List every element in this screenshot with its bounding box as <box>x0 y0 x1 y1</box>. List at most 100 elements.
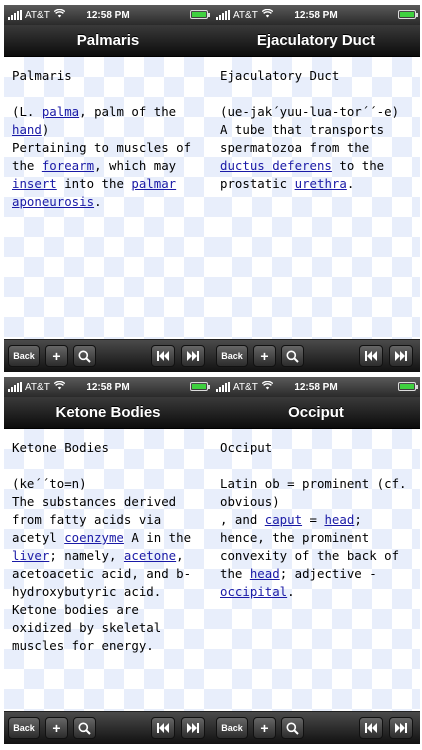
bottom-toolbar: Back + <box>212 711 420 744</box>
search-button[interactable] <box>281 345 304 367</box>
clock: 12:58 PM <box>294 9 338 21</box>
term-link[interactable]: ductus deferens <box>220 158 332 173</box>
add-button[interactable]: + <box>253 717 276 739</box>
search-icon <box>78 722 91 735</box>
search-button[interactable] <box>281 717 304 739</box>
term-link[interactable]: caput <box>265 512 302 527</box>
skip-back-icon <box>157 351 169 361</box>
definition-fragment: , acetoacetic acid, and b-hydroxybutyric… <box>12 548 192 653</box>
search-button[interactable] <box>73 717 96 739</box>
status-bar: AT&T 12:58 PM <box>212 5 420 25</box>
nav-title: Occiput <box>212 397 420 429</box>
previous-button[interactable] <box>151 717 175 739</box>
status-bar: AT&T 12:58 PM <box>4 5 212 25</box>
bottom-toolbar: Back + <box>4 711 212 744</box>
definition-fragment: = <box>302 512 325 527</box>
next-button[interactable] <box>181 345 205 367</box>
clock: 12:58 PM <box>86 381 130 393</box>
nav-title: Ketone Bodies <box>4 397 212 429</box>
term-heading: Occiput <box>220 440 273 455</box>
definition-fragment: A tube that transports spermatozoa from … <box>220 122 385 155</box>
skip-back-icon <box>157 723 169 733</box>
definition-fragment: (ue-jak´yuu-lua-tor´´-e) <box>220 104 400 119</box>
definition-fragment: A in the <box>123 530 192 545</box>
definition-fragment: ) <box>41 122 50 137</box>
clock: 12:58 PM <box>294 381 338 393</box>
definition-content: Ketone Bodies (ke´´to=n) The substances d… <box>4 429 212 711</box>
phone-screen-occiput: AT&T 12:58 PM Occiput Occiput Latin ob =… <box>212 377 420 744</box>
nav-title: Ejaculatory Duct <box>212 25 420 57</box>
term-link[interactable]: liver <box>12 548 49 563</box>
term-link[interactable]: hand <box>12 122 42 137</box>
nav-title: Palmaris <box>4 25 212 57</box>
add-button[interactable]: + <box>45 717 68 739</box>
definition-fragment: Latin ob = prominent (cf. obvious) <box>220 476 407 509</box>
definition-text: (L. palma, palm of the hand) Pertaining t… <box>12 103 204 211</box>
bottom-toolbar: Back + <box>212 339 420 372</box>
definition-fragment: . <box>94 194 102 209</box>
definition-fragment: (ke´´to=n) <box>12 476 87 491</box>
term-heading: Ejaculatory Duct <box>220 68 340 83</box>
back-button[interactable]: Back <box>216 345 248 367</box>
term-link[interactable]: occipital <box>220 584 287 599</box>
definition-content: Palmaris (L. palma, palm of the hand) Per… <box>4 57 212 339</box>
battery-icon <box>190 10 210 19</box>
battery-icon <box>190 382 210 391</box>
battery-icon <box>398 382 418 391</box>
definition-fragment: ; adjective - <box>279 566 377 581</box>
term-link[interactable]: palma <box>42 104 79 119</box>
definition-fragment: into the <box>56 176 132 191</box>
back-button[interactable]: Back <box>8 717 40 739</box>
search-button[interactable] <box>73 345 96 367</box>
skip-forward-icon <box>395 351 407 361</box>
term-link[interactable]: palmar <box>131 176 176 191</box>
term-heading: Ketone Bodies <box>12 440 109 455</box>
term-link[interactable]: insert <box>12 176 57 191</box>
search-icon <box>78 350 91 363</box>
phone-screen-ketone-bodies: AT&T 12:58 PM Ketone Bodies Ketone Bodie… <box>4 377 212 744</box>
skip-back-icon <box>365 351 377 361</box>
previous-button[interactable] <box>359 345 383 367</box>
definition-content: Ejaculatory Duct (ue-jak´yuu-lua-tor´´-e… <box>212 57 420 339</box>
back-button[interactable]: Back <box>8 345 40 367</box>
skip-forward-icon <box>187 723 199 733</box>
back-button[interactable]: Back <box>216 717 248 739</box>
definition-fragment: . <box>287 584 295 599</box>
next-button[interactable] <box>389 345 413 367</box>
clock: 12:58 PM <box>86 9 130 21</box>
term-link[interactable]: forearm <box>42 158 94 173</box>
definition-text: (ue-jak´yuu-lua-tor´´-e) A tube that tran… <box>220 103 412 193</box>
term-link[interactable]: aponeurosis <box>12 194 94 209</box>
search-icon <box>286 350 299 363</box>
definition-fragment: (L. <box>12 104 42 119</box>
term-link[interactable]: acetone <box>124 548 176 563</box>
skip-back-icon <box>365 723 377 733</box>
skip-forward-icon <box>395 723 407 733</box>
previous-button[interactable] <box>359 717 383 739</box>
bottom-toolbar: Back + <box>4 339 212 372</box>
add-button[interactable]: + <box>45 345 68 367</box>
status-bar: AT&T 12:58 PM <box>212 377 420 397</box>
battery-icon <box>398 10 418 19</box>
status-bar: AT&T 12:58 PM <box>4 377 212 397</box>
screenshot-grid: AT&T 12:58 PM Palmaris Palmaris (L. palm… <box>0 0 422 750</box>
term-link[interactable]: coenzyme <box>64 530 124 545</box>
term-link[interactable]: urethra <box>295 176 347 191</box>
definition-text: Latin ob = prominent (cf. obvious), and … <box>220 475 412 601</box>
definition-fragment: ; namely, <box>49 548 124 563</box>
definition-fragment: , palm of the <box>79 104 177 119</box>
definition-content: Occiput Latin ob = prominent (cf. obviou… <box>212 429 420 711</box>
previous-button[interactable] <box>151 345 175 367</box>
definition-fragment: , which may <box>94 158 177 173</box>
term-link[interactable]: head <box>250 566 280 581</box>
search-icon <box>286 722 299 735</box>
phone-screen-ejaculatory-duct: AT&T 12:58 PM Ejaculatory Duct Ejaculato… <box>212 5 420 372</box>
phone-screen-palmaris: AT&T 12:58 PM Palmaris Palmaris (L. palm… <box>4 5 212 372</box>
definition-text: (ke´´to=n) The substances derived from fa… <box>12 475 204 655</box>
next-button[interactable] <box>389 717 413 739</box>
skip-forward-icon <box>187 351 199 361</box>
add-button[interactable]: + <box>253 345 276 367</box>
next-button[interactable] <box>181 717 205 739</box>
definition-fragment: . <box>346 176 355 191</box>
term-link[interactable]: head <box>324 512 354 527</box>
